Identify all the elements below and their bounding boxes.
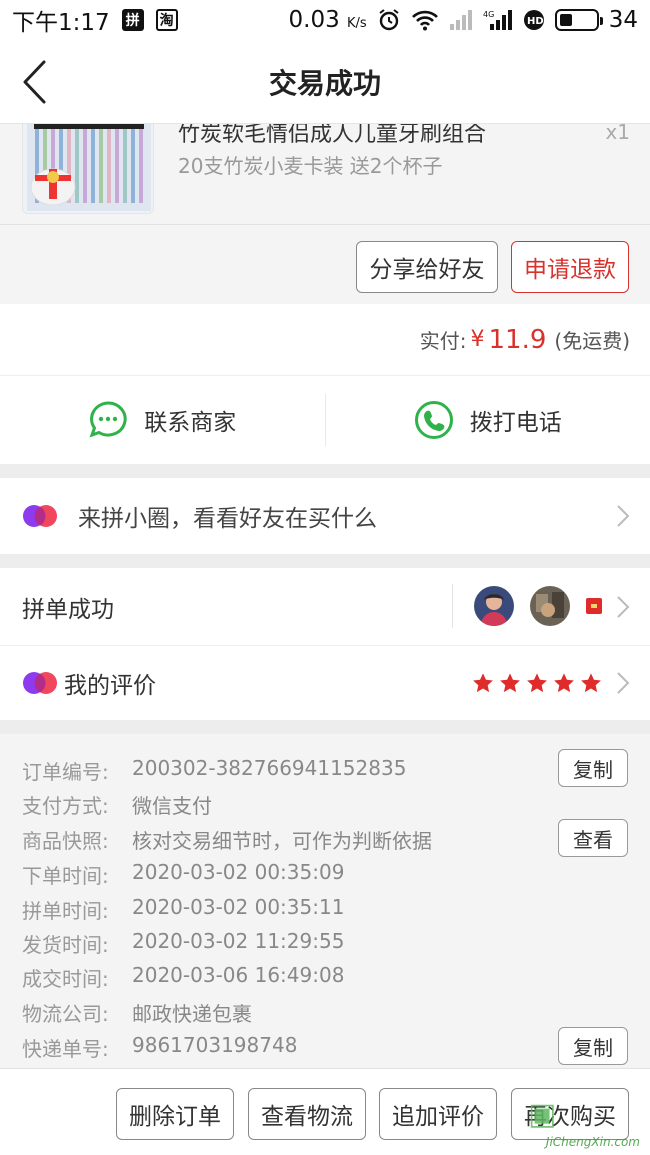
order-info-section: 订单编号: 200302-382766941152835 复制 支付方式: 微信支付… — [0, 734, 650, 1068]
star-icon — [554, 673, 574, 693]
star-icon — [473, 673, 493, 693]
rating-stars — [472, 672, 602, 694]
group-success-label: 拼单成功 — [22, 596, 114, 623]
contact-merchant-button[interactable]: 联系商家 — [0, 376, 325, 464]
battery-level: 34 — [608, 7, 638, 33]
call-phone-button[interactable]: 拨打电话 — [326, 376, 650, 464]
group-separator — [452, 584, 453, 628]
back-button[interactable] — [20, 58, 60, 106]
star-icon — [500, 673, 520, 693]
hd-icon: HD — [523, 9, 545, 31]
friend-circle-text: 来拼小圈，看看好友在买什么 — [78, 506, 377, 532]
signal-4g-icon: 4G — [483, 9, 513, 31]
chevron-right-icon — [617, 595, 630, 618]
net-speed: 0.03 K/s — [288, 7, 367, 33]
product-sku: 20支竹炭小麦卡装 送2个杯子 — [178, 154, 443, 178]
order-number-row: 订单编号: 200302-382766941152835 — [22, 756, 407, 784]
snapshot-row: 商品快照: 核对交易细节时，可作为判断依据 — [22, 825, 432, 854]
my-review-row[interactable]: 我的评价 — [0, 646, 650, 720]
title-bar: 交易成功 — [0, 40, 650, 124]
refund-button[interactable]: 申请退款 — [511, 241, 629, 293]
call-phone-label: 拨打电话 — [469, 410, 562, 436]
order-number: 200302-382766941152835 — [132, 756, 407, 780]
copy-order-number-button[interactable]: 复制 — [558, 749, 628, 787]
logistics-company-row: 物流公司: 邮政快递包裹 — [22, 1002, 252, 1026]
contact-merchant-label: 联系商家 — [144, 410, 237, 436]
signal-empty-icon — [449, 9, 473, 31]
watermark-text: JiChengXin.com — [545, 1135, 640, 1149]
bottom-action-bar: 删除订单 查看物流 追加评价 再次购买 ▣ JiChengXin.com — [0, 1068, 650, 1155]
deal-time-row: 成交时间: 2020-03-06 16:49:08 — [22, 963, 345, 991]
delete-order-button[interactable]: 删除订单 — [116, 1088, 234, 1140]
currency-symbol: ¥ — [470, 327, 485, 352]
ship-time-row: 发货时间: 2020-03-02 11:29:55 — [22, 929, 345, 957]
payment-method: 微信支付 — [132, 794, 212, 818]
group-time-row: 拼单时间: 2020-03-02 00:35:11 — [22, 895, 345, 923]
product-card[interactable]: 竹炭软毛情侣成人儿童牙刷组合 20支竹炭小麦卡装 送2个杯子 x1 — [0, 124, 650, 224]
avatar — [474, 586, 514, 626]
product-title: 竹炭软毛情侣成人儿童牙刷组合 — [178, 124, 487, 147]
copy-tracking-button[interactable]: 复制 — [558, 1027, 628, 1065]
view-snapshot-button[interactable]: 查看 — [558, 819, 628, 857]
pin-circle-icon — [23, 672, 57, 694]
pin-circle-icon — [23, 505, 57, 527]
back-arrow-icon — [23, 60, 46, 104]
add-review-button[interactable]: 追加评价 — [379, 1088, 497, 1140]
product-quantity: x1 — [605, 124, 630, 144]
watermark: ▣ JiChengXin.com — [528, 1097, 648, 1151]
view-logistics-button[interactable]: 查看物流 — [248, 1088, 366, 1140]
svg-text:HD: HD — [527, 16, 544, 27]
taobao-app-icon: 淘 — [155, 9, 178, 31]
star-icon — [527, 673, 547, 693]
my-review-label: 我的评价 — [64, 673, 156, 699]
chat-icon — [89, 401, 127, 438]
tracking-number-row: 快递单号: 9861703198748 — [22, 1033, 298, 1061]
red-envelope-icon — [586, 598, 602, 614]
order-action-row: 分享给好友 申请退款 — [0, 224, 650, 304]
chevron-right-icon — [617, 672, 630, 694]
watermark-logo: ▣ — [528, 1097, 557, 1132]
battery-icon — [554, 9, 603, 31]
payment-label: 实付: — [419, 329, 467, 353]
payment-amount: 11.9 — [488, 324, 547, 355]
phone-icon — [414, 401, 453, 439]
payment-method-row: 支付方式: 微信支付 — [22, 790, 212, 819]
status-bar: 下午1:17 拼 淘 0.03 K/s 4G HD 34 — [0, 0, 650, 40]
contact-row: 联系商家 拨打电话 — [0, 376, 650, 464]
pinduoduo-app-icon: 拼 — [121, 9, 144, 31]
svg-text:4G: 4G — [483, 10, 494, 19]
avatar — [530, 586, 570, 626]
group-success-row[interactable]: 拼单成功 — [0, 568, 650, 646]
toothbrush-set-image — [23, 124, 153, 213]
shipping-note: (免运费) — [554, 329, 630, 353]
snapshot-desc: 核对交易细节时，可作为判断依据 — [132, 829, 432, 853]
payment-row: 实付: ¥ 11.9 (免运费) — [0, 304, 650, 376]
chevron-right-icon — [617, 505, 630, 527]
friend-circle-row[interactable]: 来拼小圈，看看好友在买什么 — [0, 478, 650, 554]
tracking-number: 9861703198748 — [132, 1033, 298, 1057]
order-time-row: 下单时间: 2020-03-02 00:35:09 — [22, 860, 345, 888]
wifi-icon — [411, 9, 439, 31]
share-button[interactable]: 分享给好友 — [356, 241, 498, 293]
page-title: 交易成功 — [268, 66, 381, 100]
alarm-icon — [377, 8, 401, 32]
status-time: 下午1:17 — [12, 10, 110, 36]
product-thumbnail[interactable] — [22, 124, 154, 214]
star-icon — [581, 673, 601, 693]
